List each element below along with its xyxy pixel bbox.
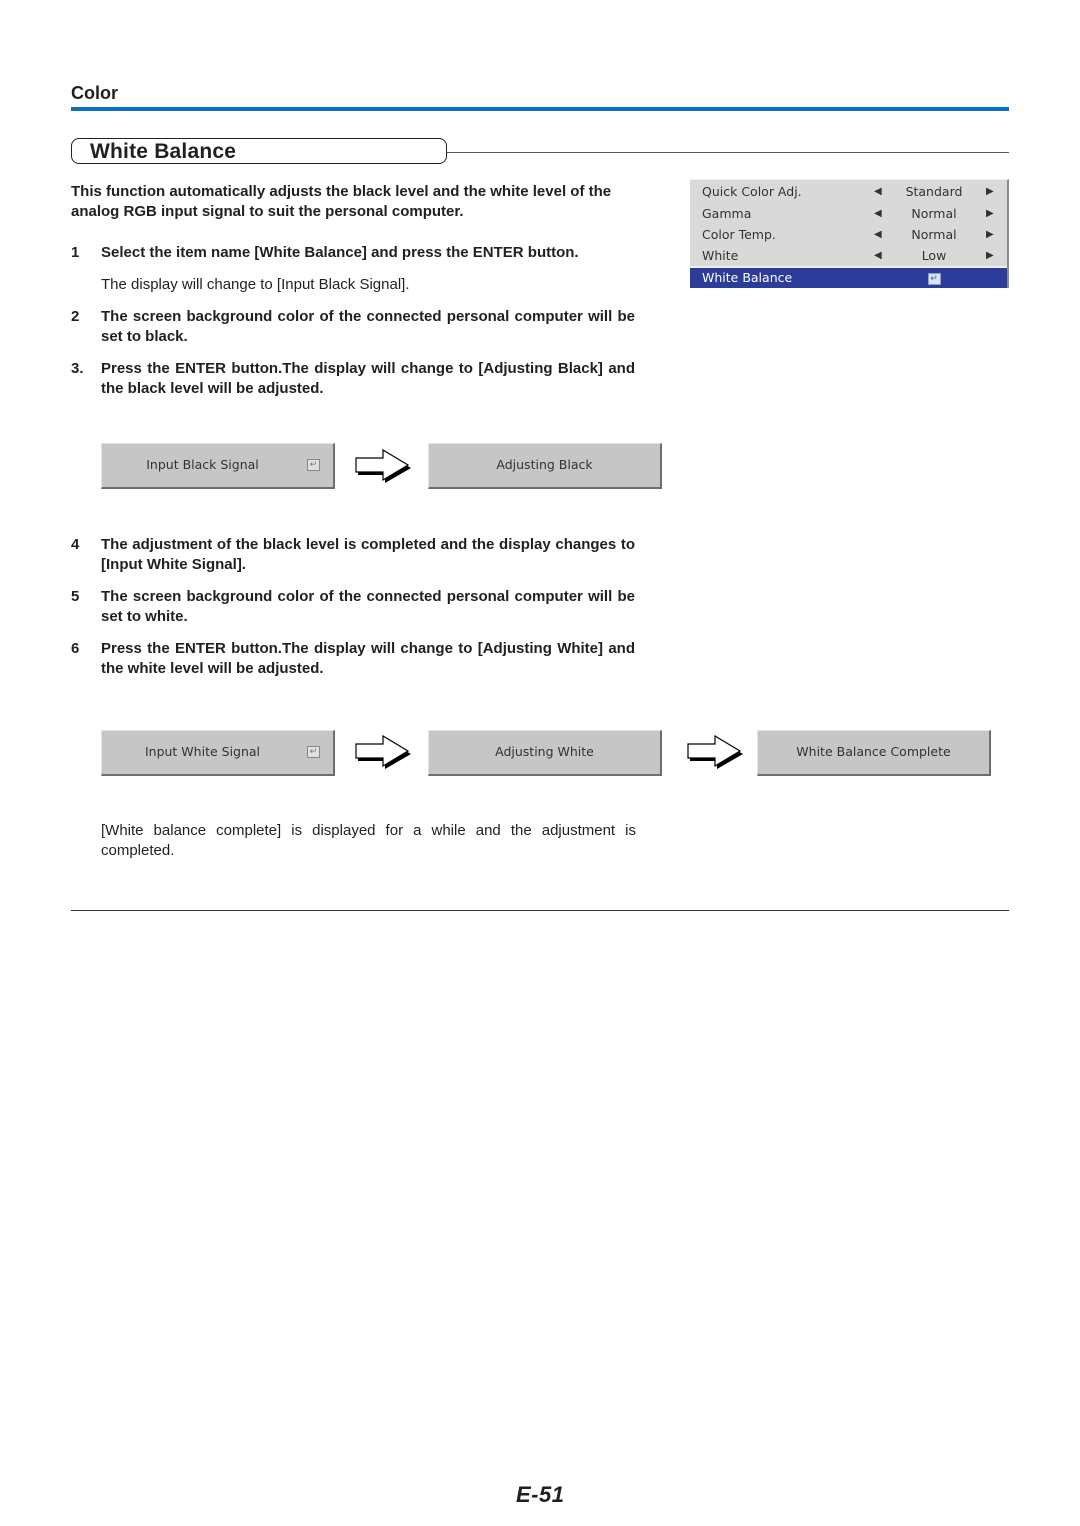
menu-row-label: Color Temp.: [702, 227, 776, 242]
arrow-right-icon[interactable]: ▶: [986, 224, 994, 245]
arrow-right-icon: [687, 735, 743, 769]
osd-color-menu: Quick Color Adj. ◀ Standard ▶ Gamma ◀ No…: [690, 179, 1009, 288]
step-1-note: The display will change to [Input Black …: [101, 276, 410, 293]
intro-paragraph: This function automatically adjusts the …: [71, 183, 612, 220]
step-text: Press the ENTER button.The display will …: [101, 640, 635, 677]
step-number: 4: [71, 536, 80, 553]
menu-row-gamma[interactable]: Gamma ◀ Normal ▶: [690, 203, 1007, 224]
heading-rule: [447, 152, 1009, 153]
arrow-left-icon[interactable]: ◀: [874, 181, 882, 202]
menu-row-value: ↵: [890, 271, 978, 285]
menu-row-value: Low: [921, 248, 947, 263]
step-number: 3.: [71, 360, 84, 377]
dialog-label: Adjusting White: [495, 744, 594, 759]
dialog-adjusting-black: Adjusting Black: [428, 443, 662, 489]
menu-row-label: Quick Color Adj.: [702, 184, 802, 199]
arrow-left-icon[interactable]: ◀: [874, 224, 882, 245]
menu-row-quick-color-adj[interactable]: Quick Color Adj. ◀ Standard ▶: [690, 181, 1007, 202]
menu-row-white[interactable]: White ◀ Low ▶: [690, 245, 1007, 266]
menu-row-color-temp[interactable]: Color Temp. ◀ Normal ▶: [690, 224, 1007, 245]
dialog-white-balance-complete: White Balance Complete: [757, 730, 991, 776]
page-number: E-51: [516, 1482, 565, 1507]
step-text: Select the item name [White Balance] and…: [101, 244, 579, 261]
step-number: 1: [71, 244, 80, 261]
step-number: 5: [71, 588, 80, 605]
section-divider: [71, 107, 1009, 111]
arrow-right-icon[interactable]: ▶: [986, 203, 994, 224]
step-text: The screen background color of the conne…: [101, 308, 635, 345]
menu-row-value: Normal: [911, 206, 957, 221]
dialog-label: Adjusting Black: [496, 457, 593, 472]
menu-row-value: Standard: [905, 184, 963, 199]
menu-row-white-balance[interactable]: White Balance ↵: [690, 266, 1007, 288]
dialog-label: Input White Signal: [144, 744, 261, 759]
arrow-right-icon: [355, 735, 411, 769]
enter-icon[interactable]: ↵: [927, 273, 941, 285]
heading-block: White Balance: [71, 138, 1009, 167]
section-title: Color: [71, 83, 118, 103]
arrow-right-icon: [355, 449, 411, 483]
arrow-left-icon[interactable]: ◀: [874, 203, 882, 224]
enter-icon: ↵: [307, 459, 320, 471]
step-number: 6: [71, 640, 80, 657]
enter-icon: ↵: [307, 746, 320, 758]
step-text: Press the ENTER button.The display will …: [101, 360, 635, 397]
arrow-right-icon[interactable]: ▶: [986, 245, 994, 266]
menu-row-label: White: [702, 248, 739, 263]
bottom-divider: [71, 910, 1009, 911]
dialog-adjusting-white: Adjusting White: [428, 730, 662, 776]
step-text: The screen background color of the conne…: [101, 588, 635, 625]
step-text: The adjustment of the black level is com…: [101, 536, 635, 573]
arrow-right-icon[interactable]: ▶: [986, 181, 994, 202]
arrow-left-icon[interactable]: ◀: [874, 245, 882, 266]
dialog-input-white-signal: Input White Signal ↵: [101, 730, 335, 776]
page-heading: White Balance: [90, 140, 237, 163]
dialog-label: Input Black Signal: [146, 457, 259, 472]
menu-row-value: Normal: [911, 227, 957, 242]
step-number: 2: [71, 308, 80, 325]
dialog-label: White Balance Complete: [796, 744, 951, 759]
menu-row-label: Gamma: [702, 206, 752, 221]
dialog-input-black-signal: Input Black Signal ↵: [101, 443, 335, 489]
heading-box: White Balance: [71, 138, 447, 164]
menu-row-label: White Balance: [702, 270, 793, 285]
closing-note: [White balance complete] is displayed fo…: [101, 822, 636, 859]
